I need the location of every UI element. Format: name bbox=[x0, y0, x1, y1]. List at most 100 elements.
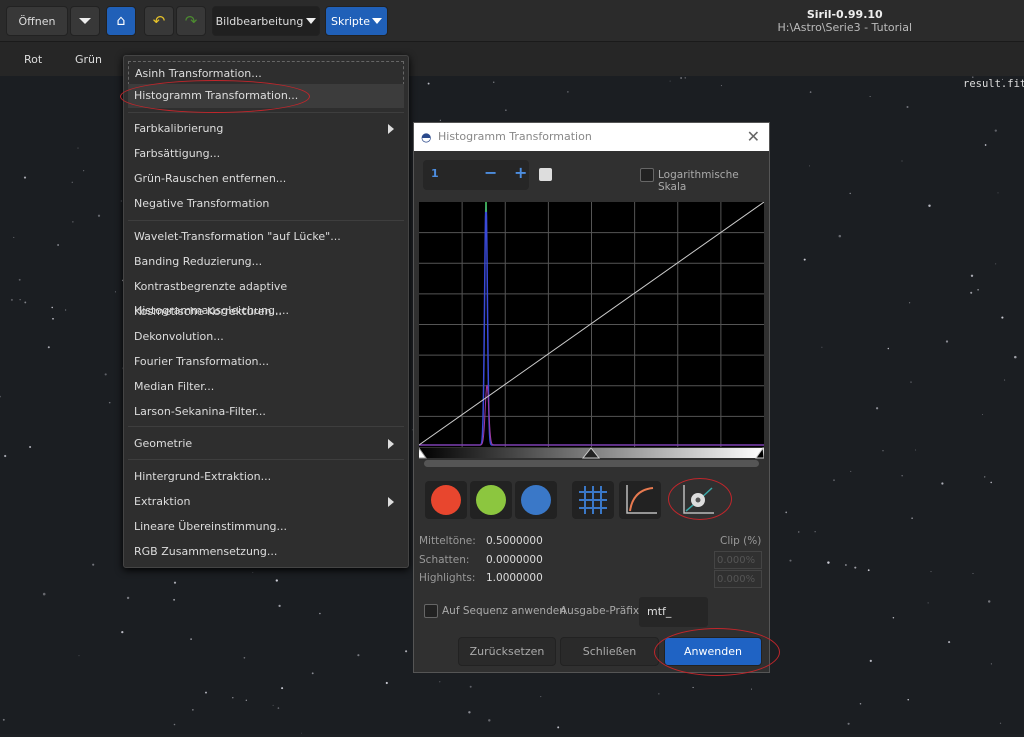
star bbox=[987, 600, 991, 603]
highlight-annotation bbox=[654, 628, 780, 676]
shadows-value[interactable]: 0.0000000 bbox=[486, 554, 543, 566]
redo-icon: ↷ bbox=[184, 12, 198, 30]
toggle-green-channel[interactable] bbox=[470, 481, 512, 519]
star bbox=[908, 302, 911, 304]
prefix-input[interactable]: mtf_ bbox=[639, 597, 708, 627]
menu-item[interactable]: Extraktion bbox=[128, 490, 404, 514]
red-circle-icon bbox=[431, 485, 461, 515]
star bbox=[245, 699, 247, 701]
menu-item[interactable]: Lineare Übereinstimmung... bbox=[128, 515, 404, 539]
menu-separator bbox=[128, 459, 404, 460]
star bbox=[982, 414, 983, 415]
filename-label: result.fit bbox=[963, 78, 1024, 90]
menu-item-label: Banding Reduzierung... bbox=[134, 255, 263, 268]
menu-item[interactable]: RGB Zusammensetzung... bbox=[128, 540, 404, 564]
menu-item[interactable]: Farbsättigung... bbox=[128, 142, 404, 166]
toggle-curve-button[interactable] bbox=[619, 481, 661, 519]
star bbox=[272, 704, 274, 706]
menu-item[interactable]: Wavelet-Transformation "auf Lücke"... bbox=[128, 225, 404, 249]
menu-item-label: Negative Transformation bbox=[134, 197, 270, 210]
apply-to-sequence-label: Auf Sequenz anwenden bbox=[442, 605, 566, 617]
menu-item-label: RGB Zusammensetzung... bbox=[134, 545, 278, 558]
menu-item[interactable]: Banding Reduzierung... bbox=[128, 250, 404, 274]
menu-item[interactable]: Geometrie bbox=[128, 432, 404, 456]
highlight-annotation bbox=[668, 478, 732, 520]
menu-item-label: Farbsättigung... bbox=[134, 147, 221, 160]
star bbox=[120, 200, 123, 202]
menu-item[interactable]: Dekonvolution... bbox=[128, 325, 404, 349]
toggle-red-channel[interactable] bbox=[425, 481, 467, 519]
star bbox=[121, 630, 124, 634]
star bbox=[970, 291, 973, 294]
plus-icon[interactable]: + bbox=[514, 163, 527, 182]
toggle-grid-button[interactable] bbox=[572, 481, 614, 519]
redo-button[interactable]: ↷ bbox=[176, 6, 206, 36]
star bbox=[540, 696, 542, 698]
open-recent-dropdown[interactable] bbox=[70, 6, 100, 36]
star bbox=[52, 317, 54, 320]
menu-item[interactable]: Farbkalibrierung bbox=[128, 117, 404, 141]
image-processing-label: Bildbearbeitung bbox=[215, 14, 304, 28]
highlights-value[interactable]: 1.0000000 bbox=[486, 572, 543, 584]
star bbox=[915, 449, 917, 451]
star bbox=[970, 274, 974, 277]
star bbox=[29, 445, 32, 449]
image-processing-menu-button[interactable]: Bildbearbeitung bbox=[212, 6, 320, 36]
menu-separator bbox=[128, 426, 404, 427]
zoom-fit-button[interactable] bbox=[539, 168, 552, 181]
star bbox=[10, 298, 13, 301]
highlights-label: Highlights: bbox=[419, 572, 476, 584]
star bbox=[232, 696, 234, 699]
close-icon[interactable]: ✕ bbox=[747, 123, 760, 151]
menu-item[interactable]: Median Filter... bbox=[128, 375, 404, 399]
zoom-spinner[interactable]: 1 − + bbox=[423, 160, 529, 190]
menu-item[interactable]: Kontrastbegrenzte adaptive Histogrammaus… bbox=[128, 275, 404, 317]
submenu-arrow-icon bbox=[388, 439, 394, 449]
home-button[interactable]: ⌂ bbox=[106, 6, 136, 36]
minus-icon[interactable]: − bbox=[484, 163, 497, 182]
zoom-value[interactable]: 1 bbox=[431, 167, 439, 180]
star bbox=[252, 572, 254, 573]
open-button[interactable]: Öffnen bbox=[6, 6, 68, 36]
midtones-value[interactable]: 0.5000000 bbox=[486, 535, 543, 547]
undo-button[interactable]: ↶ bbox=[144, 6, 174, 36]
star bbox=[47, 346, 50, 349]
reset-button[interactable]: Zurücksetzen bbox=[458, 637, 556, 666]
scripts-menu-button[interactable]: Skripte bbox=[325, 6, 388, 36]
star bbox=[173, 581, 177, 584]
toolbar: Öffnen ⌂ ↶ ↷ Bildbearbeitung Skripte Sir… bbox=[0, 0, 1024, 42]
menu-item[interactable]: Kosmetische Korrekturen... bbox=[128, 300, 404, 324]
star bbox=[1001, 316, 1004, 319]
star bbox=[557, 726, 560, 729]
apply-to-sequence-checkbox[interactable] bbox=[424, 604, 438, 618]
log-scale-checkbox[interactable] bbox=[640, 168, 654, 182]
horizontal-scrollbar[interactable] bbox=[424, 460, 759, 467]
menu-item[interactable]: Hintergrund-Extraktion... bbox=[128, 465, 404, 489]
star bbox=[104, 373, 107, 376]
star bbox=[92, 563, 95, 566]
menu-item[interactable]: Fourier Transformation... bbox=[128, 350, 404, 374]
star bbox=[24, 301, 27, 304]
menu-item-label: Farbkalibrierung bbox=[134, 122, 224, 135]
star bbox=[77, 147, 79, 149]
menu-item-label: Larson-Sekanina-Filter... bbox=[134, 405, 266, 418]
star bbox=[126, 596, 130, 600]
close-button[interactable]: Schließen bbox=[560, 637, 659, 666]
star bbox=[911, 517, 913, 519]
menu-item[interactable]: Grün-Rauschen entfernen... bbox=[128, 167, 404, 191]
star bbox=[4, 454, 7, 458]
grid-icon bbox=[579, 486, 607, 514]
log-scale-label: Logarithmische Skala bbox=[658, 169, 739, 193]
star bbox=[23, 176, 27, 179]
star bbox=[468, 711, 471, 714]
histogram-plot[interactable] bbox=[419, 202, 764, 468]
menu-item[interactable]: Negative Transformation bbox=[128, 192, 404, 216]
menu-item[interactable]: Larson-Sekanina-Filter... bbox=[128, 400, 404, 424]
star bbox=[205, 691, 207, 694]
tab-red[interactable]: Rot bbox=[24, 53, 42, 66]
star bbox=[869, 659, 872, 663]
toggle-blue-channel[interactable] bbox=[515, 481, 557, 519]
star bbox=[859, 702, 862, 705]
star bbox=[108, 401, 111, 404]
tab-green[interactable]: Grün bbox=[75, 53, 102, 66]
